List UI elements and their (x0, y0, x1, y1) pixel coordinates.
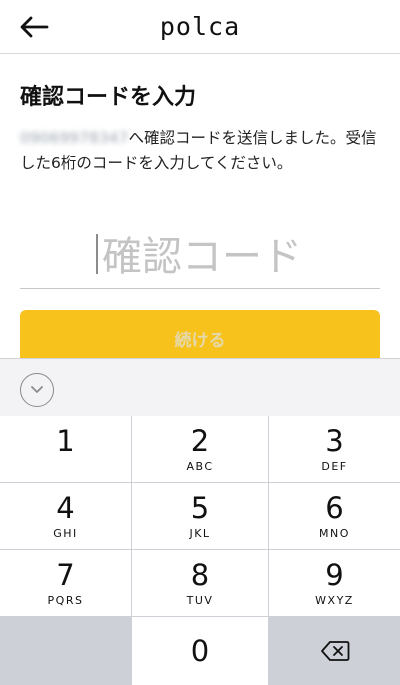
key-number: 1 (56, 423, 75, 458)
key-3[interactable]: 3 DEF (269, 416, 400, 482)
keyboard-dismiss-button[interactable] (20, 373, 54, 407)
key-number: 0 (190, 634, 210, 668)
key-letters: DEF (321, 459, 348, 473)
key-8[interactable]: 8 TUV (132, 550, 268, 616)
empty-key-slot (0, 617, 131, 685)
backspace-key[interactable] (269, 617, 400, 685)
instruction-text: 09069978347へ確認コードを送信しました。受信した6桁のコードを入力して… (20, 126, 382, 176)
key-letters: TUV (186, 593, 214, 607)
key-number: 4 (56, 490, 75, 525)
key-letters: JKL (189, 526, 211, 540)
key-7[interactable]: 7 PQRS (0, 550, 131, 616)
key-letters: GHI (53, 526, 78, 540)
chevron-down-icon (31, 386, 43, 393)
key-number: 2 (190, 423, 210, 458)
key-letters: ABC (186, 459, 214, 473)
page-title: 確認コードを入力 (20, 85, 197, 110)
key-6[interactable]: 6 MNO (269, 483, 400, 549)
verification-code-input[interactable] (20, 226, 384, 288)
key-2[interactable]: 2 ABC (132, 416, 268, 482)
key-letters: PQRS (47, 593, 84, 607)
key-1[interactable]: 1 (0, 416, 131, 482)
phone-number-blurred: 09069978347 (20, 129, 129, 147)
text-cursor (96, 234, 98, 274)
key-number: 5 (190, 490, 210, 525)
verification-code-field (20, 226, 384, 289)
backspace-icon (320, 641, 349, 661)
key-letters: WXYZ (315, 593, 354, 607)
key-number: 9 (325, 557, 344, 592)
key-9[interactable]: 9 WXYZ (269, 550, 400, 616)
key-number: 8 (190, 557, 210, 592)
key-5[interactable]: 5 JKL (132, 483, 268, 549)
numeric-keypad: 1 2 ABC 3 DEF 4 GHI 5 JKL 6 MNO 7 PQRS 8… (0, 416, 400, 685)
keyboard-toolbar (0, 358, 400, 416)
key-0[interactable]: 0 (132, 617, 268, 685)
key-number: 3 (325, 423, 344, 458)
brand-logo: polca (159, 12, 241, 41)
key-number: 7 (56, 557, 75, 592)
key-number: 6 (325, 490, 344, 525)
nav-bar: polca (0, 0, 400, 54)
key-4[interactable]: 4 GHI (0, 483, 131, 549)
key-letters: MNO (319, 526, 350, 540)
